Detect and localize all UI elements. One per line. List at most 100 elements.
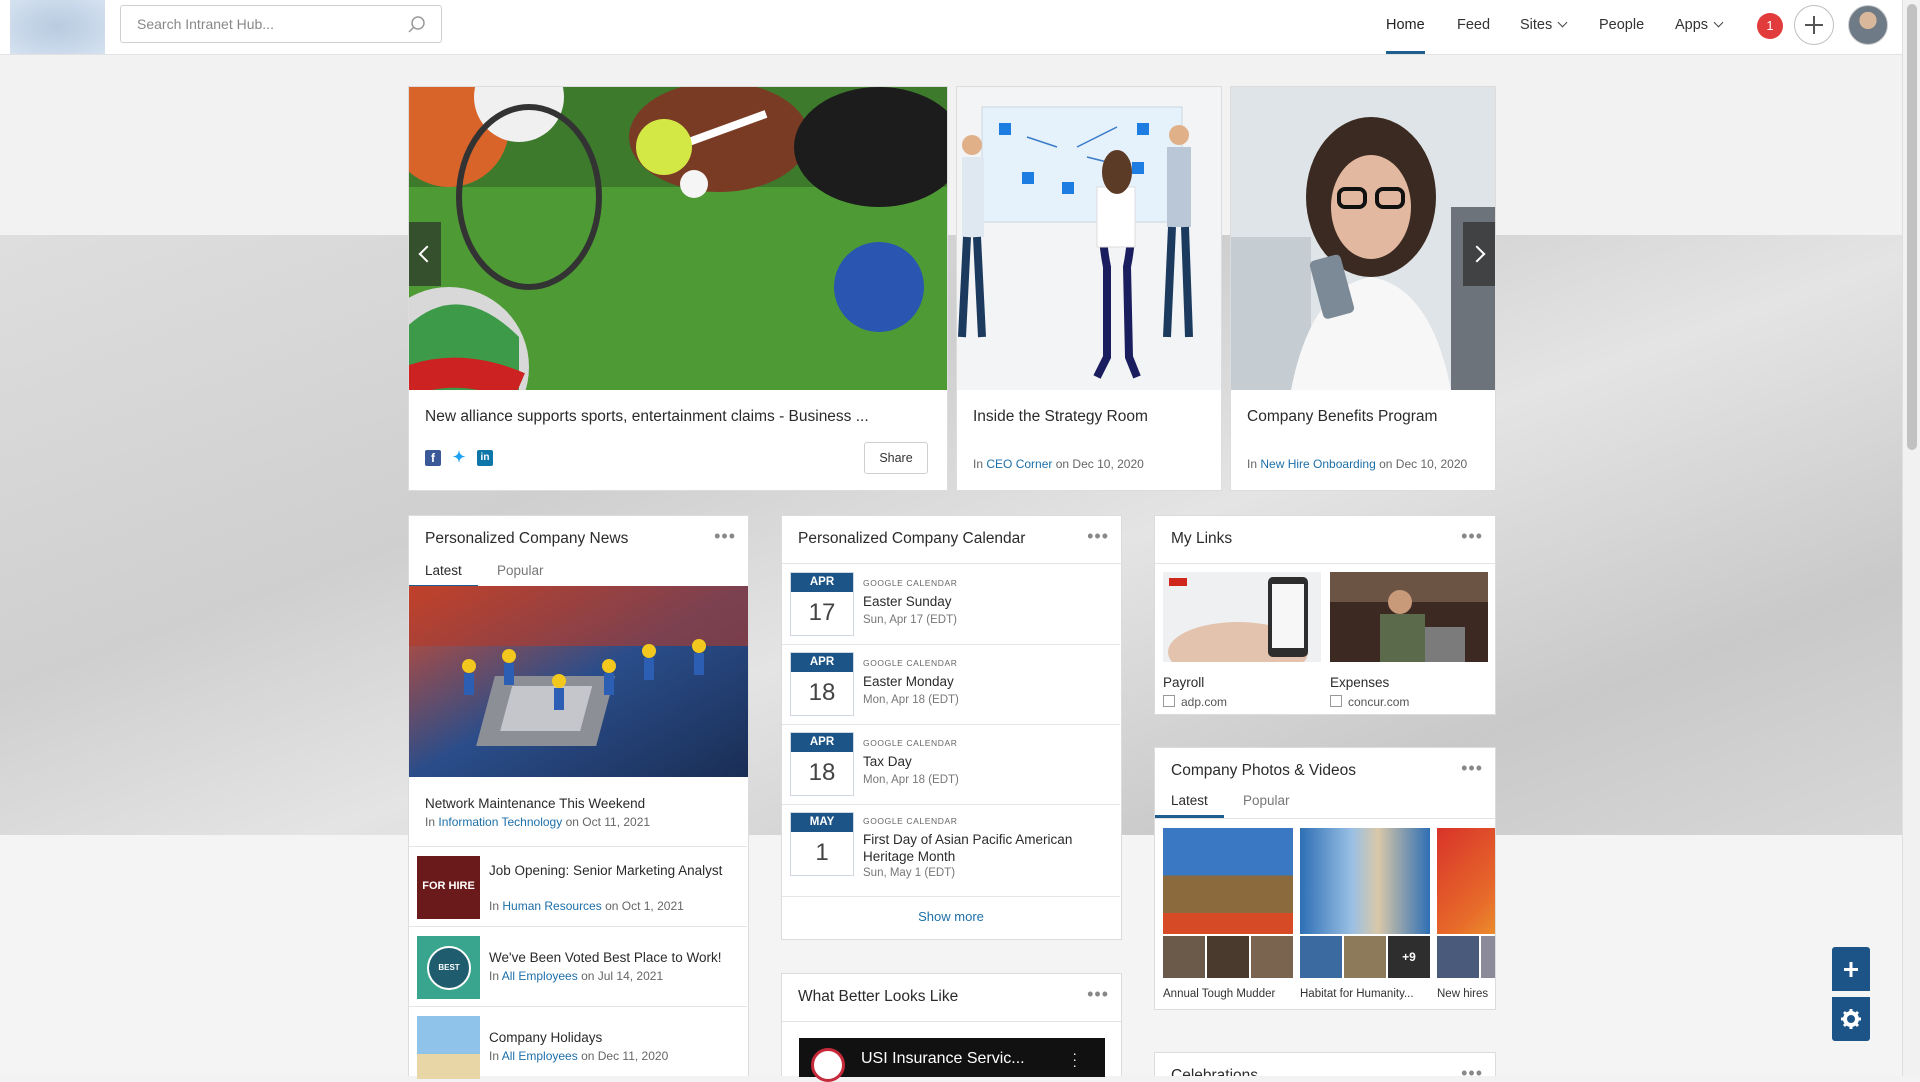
news-item-site-link[interactable]: All Employees <box>502 1049 578 1063</box>
event-month: APR <box>791 653 853 672</box>
calendar-event[interactable]: APR 18 GOOGLE CALENDAR Tax Day Mon, Apr 1… <box>782 724 1120 805</box>
news-item-meta: In All Employees on Dec 11, 2020 <box>489 1049 668 1063</box>
more-options-icon[interactable]: ••• <box>1087 985 1109 1003</box>
nav-sites-label: Sites <box>1520 17 1553 33</box>
floating-settings-button[interactable] <box>1832 997 1870 1041</box>
album-thumbnail <box>1207 936 1249 978</box>
album-name[interactable]: New hires <box>1437 988 1495 1000</box>
album-thumbnails: +9 <box>1300 936 1430 978</box>
tab-popular[interactable]: Popular <box>1243 788 1290 818</box>
news-item-meta: In All Employees on Jul 14, 2021 <box>489 969 663 983</box>
event-source: GOOGLE CALENDAR <box>863 578 958 588</box>
news-tabs: Latest Popular <box>409 558 748 589</box>
news-item-title[interactable]: Company Holidays <box>489 1029 739 1046</box>
nav-feed-label: Feed <box>1457 17 1491 33</box>
slide-3-title[interactable]: Company Benefits Program <box>1247 408 1487 426</box>
link-url-row: adp.com <box>1163 694 1321 709</box>
nav-feed[interactable]: Feed <box>1457 0 1490 54</box>
link-payroll[interactable]: Payroll adp.com <box>1163 572 1321 709</box>
slide-2-site-link[interactable]: CEO Corner <box>986 457 1052 471</box>
link-name[interactable]: Expenses <box>1330 675 1488 690</box>
event-title[interactable]: Easter Sunday <box>863 593 1113 610</box>
photos-tabs: Latest Popular <box>1155 788 1495 819</box>
event-day: 18 <box>808 679 836 706</box>
album-thumbnails <box>1163 936 1293 978</box>
news-item-title[interactable]: We've Been Voted Best Place to Work! <box>489 949 739 966</box>
carousel-prev-button[interactable] <box>409 222 441 286</box>
album-thumbnail <box>1251 936 1293 978</box>
featured-date: on Oct 11, 2021 <box>565 815 651 829</box>
video-player[interactable]: USI Insurance Servic... · · · <box>799 1038 1105 1082</box>
calendar-event[interactable]: APR 18 GOOGLE CALENDAR Easter Monday Mon,… <box>782 644 1120 725</box>
tab-popular[interactable]: Popular <box>497 558 544 588</box>
slide-2-meta: In CEO Corner on Dec 10, 2020 <box>973 457 1144 471</box>
more-options-icon[interactable]: ••• <box>1087 527 1109 545</box>
news-list-item[interactable]: BEST We've Been Voted Best Place to Work… <box>409 926 747 1007</box>
tab-latest[interactable]: Latest <box>409 558 478 588</box>
user-avatar[interactable] <box>1848 5 1888 45</box>
search-input[interactable] <box>135 15 399 33</box>
news-item-site-link[interactable]: Human Resources <box>502 899 601 913</box>
calendar-event[interactable]: APR 17 GOOGLE CALENDAR Easter Sunday Sun,… <box>782 564 1120 645</box>
news-item-in-label: In <box>489 969 500 983</box>
link-expenses[interactable]: Expenses concur.com <box>1330 572 1488 709</box>
for-hire-thumb-text: FOR HIRE <box>422 880 475 892</box>
news-list-item[interactable]: FOR HIRE Job Opening: Senior Marketing A… <box>409 846 747 927</box>
slide-3-date: on Dec 10, 2020 <box>1379 457 1468 471</box>
featured-site-link[interactable]: Information Technology <box>438 815 562 829</box>
scrollbar-thumb[interactable] <box>1907 4 1917 450</box>
event-title[interactable]: First Day of Asian Pacific American Heri… <box>863 831 1113 865</box>
album-cover-image <box>1163 828 1293 934</box>
more-options-icon[interactable]: ••• <box>1461 1064 1483 1076</box>
news-item-site-link[interactable]: All Employees <box>502 969 578 983</box>
event-month: APR <box>791 573 853 592</box>
album-name[interactable]: Habitat for Humanity... <box>1300 988 1430 1000</box>
more-options-icon[interactable]: ••• <box>1461 527 1483 545</box>
featured-news-title[interactable]: Network Maintenance This Weekend <box>425 796 645 811</box>
benefits-image <box>1231 87 1495 390</box>
event-title[interactable]: Tax Day <box>863 753 1113 770</box>
twitter-icon[interactable]: ✦ <box>451 450 467 466</box>
news-list-item[interactable]: Company Holidays In All Employees on Dec… <box>409 1006 747 1079</box>
nav-home[interactable]: Home <box>1386 0 1425 54</box>
slide-3-site-link[interactable]: New Hire Onboarding <box>1260 457 1375 471</box>
nav-people[interactable]: People <box>1599 0 1644 54</box>
event-source: GOOGLE CALENDAR <box>863 816 958 826</box>
tab-latest[interactable]: Latest <box>1155 788 1224 818</box>
carousel-slide-2[interactable]: Inside the Strategy Room In CEO Corner o… <box>956 86 1222 491</box>
video-menu-icon[interactable]: · · · <box>1072 1046 1077 1072</box>
share-button[interactable]: Share <box>864 442 928 474</box>
carousel-next-button[interactable] <box>1463 222 1495 286</box>
slide-2-title[interactable]: Inside the Strategy Room <box>973 408 1213 426</box>
album-card[interactable]: Annual Tough Mudder <box>1163 828 1293 1000</box>
page-scrollbar[interactable] <box>1902 0 1920 1076</box>
event-title[interactable]: Easter Monday <box>863 673 1113 690</box>
create-new-button[interactable] <box>1794 5 1834 45</box>
news-item-title[interactable]: Job Opening: Senior Marketing Analyst <box>489 862 739 879</box>
more-options-icon[interactable]: ••• <box>1461 759 1483 777</box>
more-options-icon[interactable]: ••• <box>714 527 736 545</box>
carousel-slide-3[interactable]: Company Benefits Program In New Hire Onb… <box>1230 86 1496 491</box>
nav-apps[interactable]: Apps <box>1675 0 1724 54</box>
calendar-event[interactable]: MAY 1 GOOGLE CALENDAR First Day of Asian … <box>782 804 1120 897</box>
show-more-link[interactable]: Show more <box>782 909 1120 924</box>
nav-apps-label: Apps <box>1675 17 1709 33</box>
linkedin-icon[interactable]: in <box>477 450 493 466</box>
search-icon[interactable] <box>407 15 427 35</box>
album-card[interactable]: New hires <box>1437 828 1495 1000</box>
event-source: GOOGLE CALENDAR <box>863 738 958 748</box>
video-title[interactable]: USI Insurance Servic... <box>861 1050 1025 1068</box>
album-card[interactable]: +9 Habitat for Humanity... <box>1300 828 1430 1000</box>
link-name[interactable]: Payroll <box>1163 675 1321 690</box>
chevron-right-icon <box>1468 245 1486 263</box>
slide-1-title[interactable]: New alliance supports sports, entertainm… <box>425 408 935 426</box>
nav-sites[interactable]: Sites <box>1520 0 1568 54</box>
notifications-badge[interactable]: 1 <box>1757 13 1783 39</box>
carousel-slide-1[interactable]: New alliance supports sports, entertainm… <box>408 86 948 491</box>
event-day: 17 <box>808 599 836 626</box>
album-name[interactable]: Annual Tough Mudder <box>1163 988 1293 1000</box>
floating-add-button[interactable] <box>1832 947 1870 991</box>
facebook-icon[interactable]: f <box>425 450 441 466</box>
calendar-widget: Personalized Company Calendar ••• APR 17 … <box>781 515 1122 940</box>
company-logo[interactable] <box>10 0 105 54</box>
